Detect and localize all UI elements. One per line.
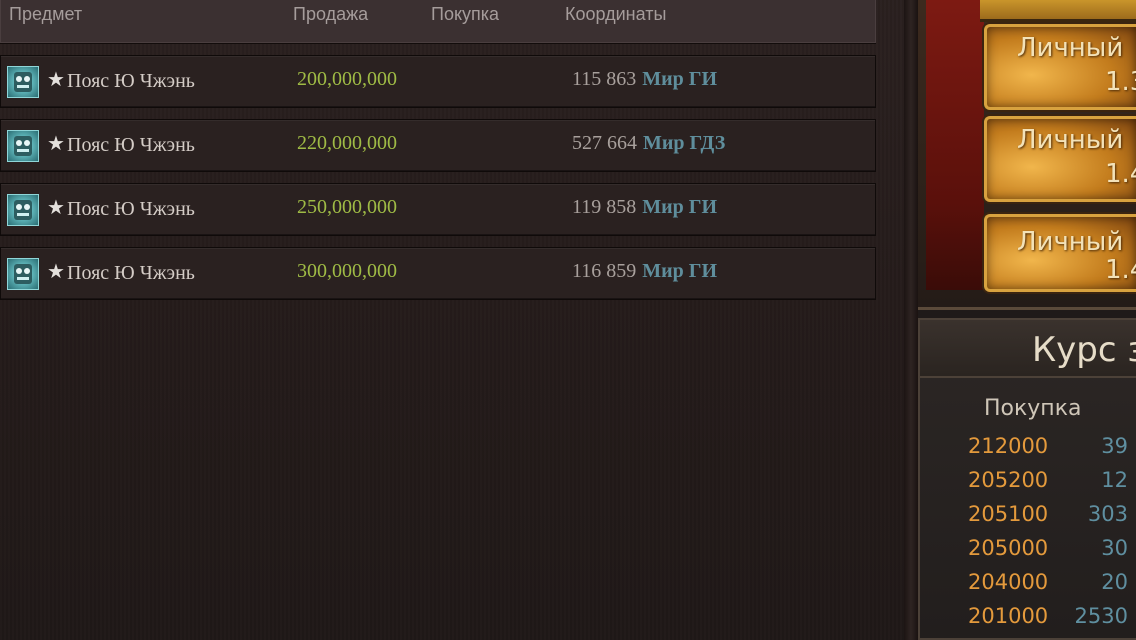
header-coords[interactable]: Координаты: [565, 4, 666, 25]
belt-item-icon[interactable]: [7, 258, 39, 290]
coords-value: 116 859: [572, 260, 637, 282]
panel-divider: [904, 0, 918, 640]
rate-qty: 2530: [1074, 604, 1128, 628]
rate-qty: 39: [1101, 434, 1128, 458]
star-icon: ★: [47, 67, 65, 91]
rate-row[interactable]: 205200 12: [966, 468, 1128, 498]
coordinates[interactable]: 527 664 Мир ГДЗ: [572, 132, 725, 155]
coords-value: 115 863: [572, 68, 637, 90]
rate-row[interactable]: 204000 20: [966, 570, 1128, 600]
rate-price: 205200: [968, 468, 1049, 492]
coordinates[interactable]: 115 863 Мир ГИ: [572, 68, 717, 91]
rate-qty: 30: [1101, 536, 1128, 560]
rate-price: 212000: [968, 434, 1049, 458]
rate-header: Курс з: [920, 320, 1136, 378]
rate-row[interactable]: 212000 39: [966, 434, 1128, 464]
star-icon: ★: [47, 195, 65, 219]
world-name: Мир ГИ: [642, 68, 718, 90]
personal-button-1[interactable]: Личный 1.3: [984, 24, 1136, 110]
belt-item-icon[interactable]: [7, 130, 39, 162]
table-row[interactable]: ★ Пояс Ю Чжэнь 220,000,000 527 664 Мир ГД…: [0, 119, 876, 172]
sell-price: 250,000,000: [297, 196, 397, 218]
world-name: Мир ГИ: [642, 260, 718, 282]
rate-row[interactable]: 205000 30: [966, 536, 1128, 566]
rate-row[interactable]: 201000 2530: [966, 604, 1128, 634]
trade-list-panel: Предмет Продажа Покупка Координаты ★ Поя…: [0, 0, 904, 640]
rate-qty: 303: [1087, 502, 1128, 526]
personal-button-version: 1.3: [1105, 67, 1136, 97]
belt-item-icon[interactable]: [7, 66, 39, 98]
table-header: Предмет Продажа Покупка Координаты: [0, 0, 876, 43]
header-buy[interactable]: Покупка: [431, 4, 499, 25]
table-row[interactable]: ★ Пояс Ю Чжэнь 300,000,000 116 859 Мир ГИ: [0, 247, 876, 300]
rate-price: 205100: [968, 502, 1049, 526]
personal-button-label: Личный: [1017, 33, 1124, 63]
star-icon: ★: [47, 259, 65, 283]
star-icon: ★: [47, 131, 65, 155]
coords-value: 527 664: [572, 132, 637, 154]
item-name[interactable]: Пояс Ю Чжэнь: [67, 70, 195, 93]
item-name[interactable]: Пояс Ю Чжэнь: [67, 262, 195, 285]
side-panel: Личный 1.3 Личный 1.4 Личный 1.4. Курс з…: [918, 0, 1136, 640]
red-trim: [926, 0, 984, 290]
rate-price: 205000: [968, 536, 1049, 560]
personal-button-label: Личный: [1017, 227, 1124, 257]
gold-bar: [980, 0, 1136, 22]
personal-button-3[interactable]: Личный 1.4.: [984, 214, 1136, 292]
rate-row[interactable]: 205100 303: [966, 502, 1128, 532]
world-name: Мир ГДЗ: [643, 132, 726, 154]
rate-qty: 20: [1101, 570, 1128, 594]
sell-price: 300,000,000: [297, 260, 397, 282]
exchange-rate-panel: Курс з Покупка 212000 39 205200 12 20510…: [918, 318, 1136, 640]
rate-title: Курс з: [1032, 330, 1136, 370]
table-row[interactable]: ★ Пояс Ю Чжэнь 200,000,000 115 863 Мир ГИ: [0, 55, 876, 108]
personal-button-version: 1.4.: [1105, 255, 1136, 285]
item-name[interactable]: Пояс Ю Чжэнь: [67, 134, 195, 157]
header-item[interactable]: Предмет: [9, 4, 82, 25]
world-name: Мир ГИ: [642, 196, 718, 218]
header-sell[interactable]: Продажа: [293, 4, 368, 25]
personal-button-version: 1.4: [1105, 159, 1136, 189]
side-decoration: Личный 1.3 Личный 1.4 Личный 1.4.: [918, 0, 1136, 310]
coords-value: 119 858: [572, 196, 637, 218]
coordinates[interactable]: 116 859 Мир ГИ: [572, 260, 717, 283]
belt-item-icon[interactable]: [7, 194, 39, 226]
rate-qty: 12: [1101, 468, 1128, 492]
coordinates[interactable]: 119 858 Мир ГИ: [572, 196, 717, 219]
rate-buy-label: Покупка: [984, 396, 1082, 421]
table-row[interactable]: ★ Пояс Ю Чжэнь 250,000,000 119 858 Мир ГИ: [0, 183, 876, 236]
rate-price: 201000: [968, 604, 1049, 628]
sell-price: 200,000,000: [297, 68, 397, 90]
rate-price: 204000: [968, 570, 1049, 594]
personal-button-label: Личный: [1017, 125, 1124, 155]
personal-button-2[interactable]: Личный 1.4: [984, 116, 1136, 202]
item-name[interactable]: Пояс Ю Чжэнь: [67, 198, 195, 221]
sell-price: 220,000,000: [297, 132, 397, 154]
